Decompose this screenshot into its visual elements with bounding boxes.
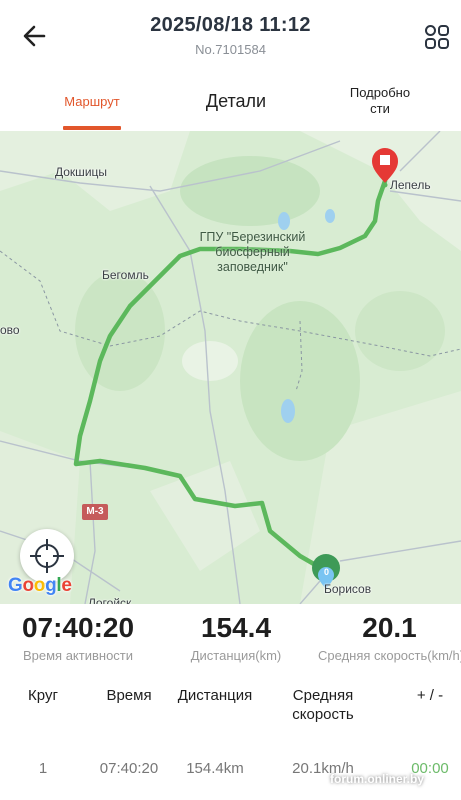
- place-label-begoml: Бегомль: [102, 268, 149, 282]
- stat-distance: 154.4 Дистанция(km): [168, 606, 304, 663]
- stat-value: 07:40:20: [21, 612, 135, 643]
- stat-avg-speed: 20.1 Средняя скорость(km/h): [318, 606, 461, 663]
- column-header: Дистанция: [177, 687, 253, 704]
- stat-label: Время активности: [22, 648, 134, 663]
- road-shield-m3: М-3: [82, 504, 108, 520]
- stat-label: Средняя скорость(km/h): [318, 648, 461, 663]
- column-header: Круг: [28, 687, 58, 704]
- place-label-borisov: Борисов: [324, 582, 372, 596]
- tab-more-label: Подробно сти: [349, 85, 411, 116]
- route-map[interactable]: Докшицы Лепель Бегомль ово Борисов Логой…: [0, 131, 461, 604]
- start-marker-label: 0: [323, 567, 329, 577]
- tab-details[interactable]: Детали: [180, 70, 292, 132]
- tab-more-details[interactable]: Подробно сти: [334, 70, 426, 132]
- place-label-lepel: Лепель: [390, 178, 431, 192]
- place-label-dokshitsy: Докшицы: [55, 165, 108, 179]
- column-header: Средняя скорость: [292, 687, 354, 723]
- place-label-logoysk: Логойск: [88, 596, 132, 604]
- column-header: Время: [106, 687, 152, 704]
- summary-stats: 07:40:20 Время активности 154.4 Дистанци…: [0, 606, 461, 678]
- active-tab-indicator: [63, 126, 121, 130]
- map-canvas: [0, 131, 461, 604]
- google-attribution: Google: [8, 575, 72, 596]
- tab-bar: Маршрут Детали Подробно сти: [0, 70, 461, 132]
- crosshair-icon: [30, 539, 64, 573]
- watermark: forum.onliner.by: [330, 772, 425, 786]
- stat-value: 20.1: [362, 612, 417, 643]
- page-title: 2025/08/18 11:12: [150, 14, 311, 36]
- table-cell-distance: 154.4km: [186, 760, 244, 777]
- table-cell-time: 07:40:20: [99, 760, 159, 777]
- preserve-label: ГПУ "Березинский биосферный заповедник": [199, 230, 306, 274]
- record-number: No.7101584: [195, 42, 266, 57]
- grid-menu-button[interactable]: [422, 22, 452, 52]
- stat-value: 154.4: [200, 612, 272, 643]
- table-cell-lap: 1: [38, 760, 48, 777]
- stat-active-time: 07:40:20 Время активности: [8, 606, 148, 663]
- grid-icon: [425, 25, 449, 49]
- column-header: + / -: [416, 687, 444, 704]
- place-label-ovo: ово: [0, 323, 20, 337]
- tab-route[interactable]: Маршрут: [40, 70, 144, 132]
- stat-label: Дистанция(km): [190, 648, 282, 663]
- header: 2025/08/18 11:12 No.7101584: [0, 0, 461, 70]
